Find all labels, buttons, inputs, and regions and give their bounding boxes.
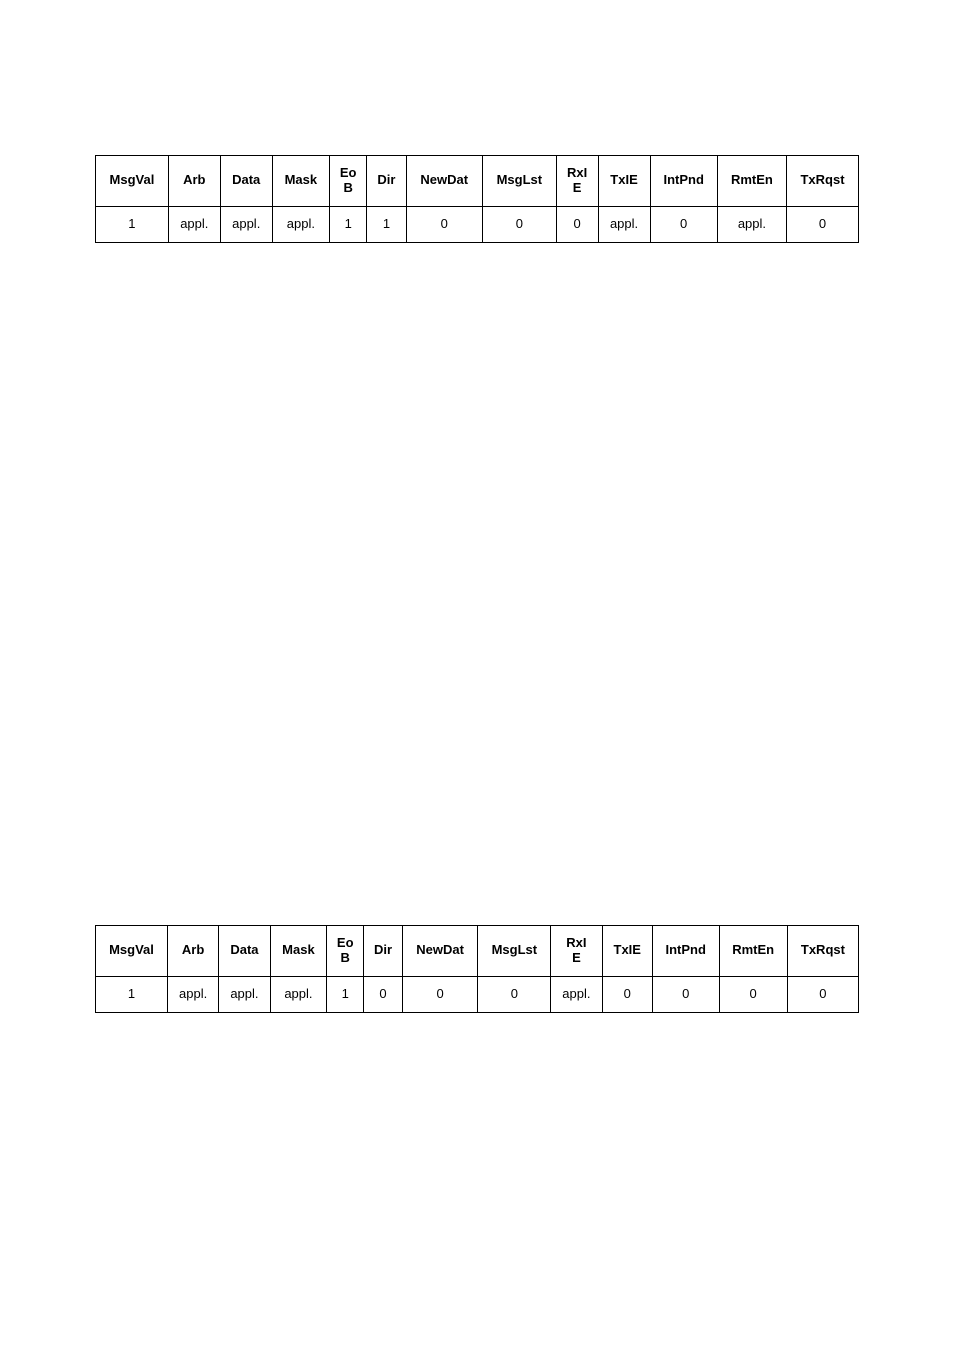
col-data: Data	[220, 156, 272, 207]
cell: 0	[787, 976, 858, 1012]
col-dir: Dir	[367, 156, 406, 207]
col-msgval: MsgVal	[96, 156, 169, 207]
col-rmten: RmtEn	[719, 926, 787, 977]
cell: 0	[406, 206, 482, 242]
cell: appl.	[551, 976, 602, 1012]
col-newdat: NewDat	[406, 156, 482, 207]
cell: 1	[327, 976, 364, 1012]
col-msgval: MsgVal	[96, 926, 168, 977]
col-mask: Mask	[272, 156, 329, 207]
cell: 0	[402, 976, 478, 1012]
col-mask: Mask	[270, 926, 327, 977]
cell: 0	[364, 976, 403, 1012]
cell: 0	[652, 976, 719, 1012]
cell: 0	[650, 206, 717, 242]
col-txrqst: TxRqst	[787, 156, 859, 207]
col-txie: TxIE	[602, 926, 652, 977]
can-config-table-2: MsgVal Arb Data Mask EoB Dir NewDat MsgL…	[95, 925, 859, 1013]
cell: 0	[719, 976, 787, 1012]
cell: 1	[367, 206, 406, 242]
col-txrqst: TxRqst	[787, 926, 858, 977]
cell: appl.	[598, 206, 650, 242]
table-row: 1 appl. appl. appl. 1 1 0 0 0 appl. 0 ap…	[96, 206, 859, 242]
col-rmten: RmtEn	[717, 156, 786, 207]
cell: 0	[478, 976, 551, 1012]
cell: appl.	[220, 206, 272, 242]
cell: appl.	[219, 976, 270, 1012]
cell: 0	[556, 206, 598, 242]
col-rxie: RxIE	[556, 156, 598, 207]
table-header-row: MsgVal Arb Data Mask EoB Dir NewDat MsgL…	[96, 926, 859, 977]
table-header-row: MsgVal Arb Data Mask EoB Dir NewDat MsgL…	[96, 156, 859, 207]
table-row: 1 appl. appl. appl. 1 0 0 0 appl. 0 0 0 …	[96, 976, 859, 1012]
col-arb: Arb	[168, 156, 220, 207]
cell: 1	[96, 206, 169, 242]
col-intpnd: IntPnd	[652, 926, 719, 977]
col-rxie: RxIE	[551, 926, 602, 977]
cell: 0	[482, 206, 556, 242]
col-newdat: NewDat	[402, 926, 478, 977]
col-data: Data	[219, 926, 270, 977]
col-intpnd: IntPnd	[650, 156, 717, 207]
page: MsgVal Arb Data Mask EoB Dir NewDat MsgL…	[0, 0, 954, 1350]
cell: appl.	[167, 976, 218, 1012]
cell: appl.	[717, 206, 786, 242]
col-eob: EoB	[330, 156, 367, 207]
col-txie: TxIE	[598, 156, 650, 207]
can-config-table-1: MsgVal Arb Data Mask EoB Dir NewDat MsgL…	[95, 155, 859, 243]
cell: 1	[330, 206, 367, 242]
col-eob: EoB	[327, 926, 364, 977]
col-msglst: MsgLst	[482, 156, 556, 207]
cell: 0	[787, 206, 859, 242]
cell: appl.	[270, 976, 327, 1012]
cell: 0	[602, 976, 652, 1012]
cell: appl.	[168, 206, 220, 242]
col-dir: Dir	[364, 926, 403, 977]
col-arb: Arb	[167, 926, 218, 977]
cell: 1	[96, 976, 168, 1012]
cell: appl.	[272, 206, 329, 242]
col-msglst: MsgLst	[478, 926, 551, 977]
